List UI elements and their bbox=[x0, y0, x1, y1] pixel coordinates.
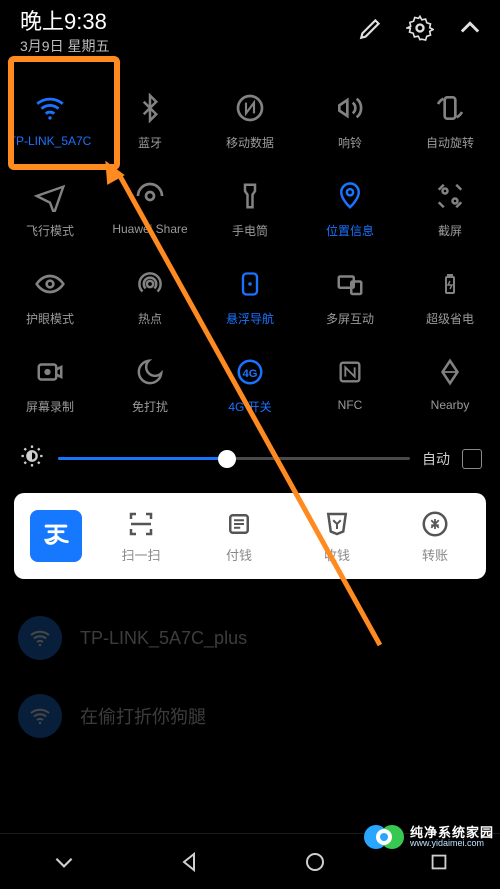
tile-screenshot[interactable]: 截屏 bbox=[400, 168, 500, 256]
tile-label: 4G 开关 bbox=[228, 398, 271, 415]
tile-label: Nearby bbox=[431, 398, 470, 412]
tile-ring[interactable]: 响铃 bbox=[300, 80, 400, 168]
tile-ultra-save[interactable]: 超级省电 bbox=[400, 256, 500, 344]
tile-label: 热点 bbox=[138, 310, 162, 327]
scan-icon bbox=[126, 509, 156, 539]
pay-icon bbox=[224, 509, 254, 539]
brightness-auto-label: 自动 bbox=[422, 449, 450, 469]
nav-back-icon[interactable] bbox=[178, 850, 202, 874]
quick-item-label: 转账 bbox=[422, 545, 448, 564]
ring-icon bbox=[328, 86, 372, 130]
collapse-icon[interactable] bbox=[456, 14, 484, 42]
tile-label: 位置信息 bbox=[326, 222, 374, 239]
nav-home-icon[interactable] bbox=[303, 850, 327, 874]
tile-label: 响铃 bbox=[338, 134, 362, 151]
tile-screen-record[interactable]: 屏幕录制 bbox=[0, 344, 100, 432]
alipay-collect[interactable]: 收钱 bbox=[288, 509, 386, 564]
tile-bluetooth[interactable]: 蓝牙 bbox=[100, 80, 200, 168]
tile-label: 手电筒 bbox=[232, 222, 268, 239]
huawei-share-icon bbox=[128, 174, 172, 218]
quick-item-label: 收钱 bbox=[324, 545, 350, 564]
quick-item-label: 扫一扫 bbox=[121, 545, 160, 564]
alipay-scan[interactable]: 扫一扫 bbox=[92, 509, 190, 564]
tile-dnd[interactable]: 免打扰 bbox=[100, 344, 200, 432]
edit-icon[interactable] bbox=[358, 15, 384, 41]
tile-nfc[interactable]: NFC bbox=[300, 344, 400, 432]
alipay-app-icon[interactable] bbox=[30, 510, 82, 562]
hotspot-icon bbox=[128, 262, 172, 306]
nfc-icon bbox=[328, 350, 372, 394]
tile-flashlight[interactable]: 手电筒 bbox=[200, 168, 300, 256]
mobile-data-icon bbox=[228, 86, 272, 130]
tile-location[interactable]: 位置信息 bbox=[300, 168, 400, 256]
float-nav-icon bbox=[228, 262, 272, 306]
tile-nearby[interactable]: Nearby bbox=[400, 344, 500, 432]
brightness-auto-checkbox[interactable] bbox=[462, 449, 482, 469]
tile-label: 免打扰 bbox=[132, 398, 168, 415]
airplane-icon bbox=[28, 174, 72, 218]
tile-4g-switch[interactable]: 4G 4G 开关 bbox=[200, 344, 300, 432]
tile-multi-screen[interactable]: 多屏互动 bbox=[300, 256, 400, 344]
settings-icon[interactable] bbox=[406, 14, 434, 42]
alipay-pay[interactable]: 付钱 bbox=[190, 509, 288, 564]
brightness-slider[interactable] bbox=[58, 448, 410, 470]
tile-label: 截屏 bbox=[438, 222, 462, 239]
status-time: 晚上9:38 bbox=[20, 10, 109, 34]
brightness-row: 自动 bbox=[0, 436, 500, 489]
multi-screen-icon bbox=[328, 262, 372, 306]
tile-huawei-share[interactable]: Huawei Share bbox=[100, 168, 200, 256]
watermark-logo-icon bbox=[362, 815, 406, 859]
watermark-url: www.yidaimei.com bbox=[410, 839, 494, 848]
auto-rotate-icon bbox=[428, 86, 472, 130]
4g-icon: 4G bbox=[228, 350, 272, 394]
alipay-transfer[interactable]: 转账 bbox=[386, 509, 484, 564]
status-date: 3月9日 星期五 bbox=[20, 36, 109, 56]
location-icon bbox=[328, 174, 372, 218]
nav-hide-icon[interactable] bbox=[51, 849, 77, 875]
battery-icon bbox=[428, 262, 472, 306]
screenshot-icon bbox=[428, 174, 472, 218]
dnd-icon bbox=[128, 350, 172, 394]
tile-float-nav[interactable]: 悬浮导航 bbox=[200, 256, 300, 344]
alipay-quick-card: 扫一扫 付钱 收钱 转账 bbox=[14, 493, 486, 579]
tile-label: NFC bbox=[338, 398, 363, 412]
tile-label: Huawei Share bbox=[112, 222, 187, 236]
eye-icon bbox=[28, 262, 72, 306]
transfer-icon bbox=[420, 509, 450, 539]
quick-item-label: 付钱 bbox=[226, 545, 252, 564]
bluetooth-icon bbox=[128, 86, 172, 130]
flashlight-icon bbox=[228, 174, 272, 218]
tile-label: 悬浮导航 bbox=[226, 310, 274, 327]
tile-label: 移动数据 bbox=[226, 134, 274, 151]
tile-label: 护眼模式 bbox=[26, 310, 74, 327]
screen-record-icon bbox=[28, 350, 72, 394]
svg-text:4G: 4G bbox=[242, 368, 257, 380]
quick-settings-grid: TP-LINK_5A7C 蓝牙 移动数据 响铃 自动旋转 飞行模式 bbox=[0, 62, 500, 436]
tile-hotspot[interactable]: 热点 bbox=[100, 256, 200, 344]
tile-auto-rotate[interactable]: 自动旋转 bbox=[400, 80, 500, 168]
tile-label: 超级省电 bbox=[426, 310, 474, 327]
tile-label: 飞行模式 bbox=[26, 222, 74, 239]
tile-label: TP-LINK_5A7C bbox=[9, 134, 92, 148]
tile-airplane[interactable]: 飞行模式 bbox=[0, 168, 100, 256]
tile-wifi[interactable]: TP-LINK_5A7C bbox=[0, 80, 100, 168]
tile-label: 蓝牙 bbox=[138, 134, 162, 151]
collect-icon bbox=[322, 509, 352, 539]
tile-eye-comfort[interactable]: 护眼模式 bbox=[0, 256, 100, 344]
tile-label: 多屏互动 bbox=[326, 310, 374, 327]
wifi-icon bbox=[28, 86, 72, 130]
watermark: 纯净系统家园 www.yidaimei.com bbox=[362, 815, 494, 859]
brightness-icon bbox=[18, 442, 46, 475]
tile-mobile-data[interactable]: 移动数据 bbox=[200, 80, 300, 168]
tile-label: 自动旋转 bbox=[426, 134, 474, 151]
tile-label: 屏幕录制 bbox=[26, 398, 74, 415]
nearby-icon bbox=[428, 350, 472, 394]
